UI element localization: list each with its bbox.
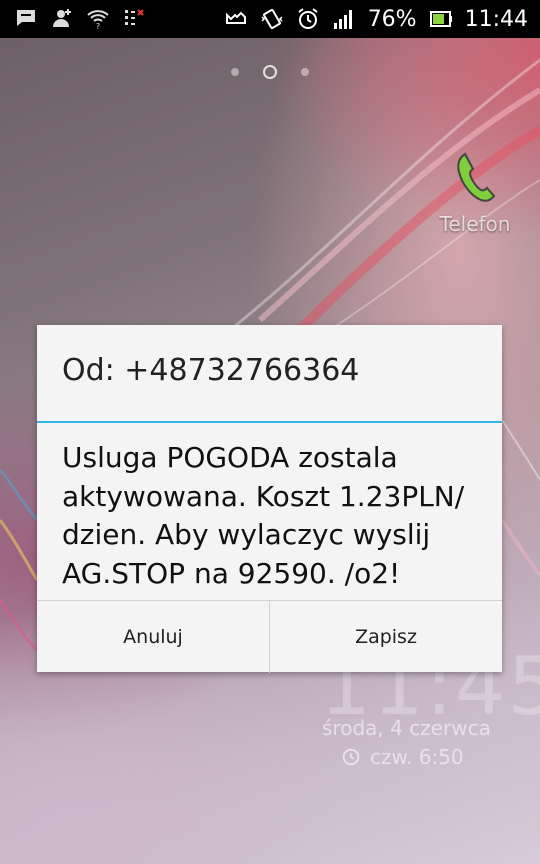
phone-shortcut[interactable]: Telefon	[430, 148, 520, 236]
lock-alarm-text: czw. 6:50	[370, 745, 464, 769]
dialog-message: Usluga POGODA zostala aktywowana. Koszt …	[62, 441, 465, 590]
page-dot	[231, 68, 239, 76]
sms-dialog: Od: +48732766364 Usluga POGODA zostala a…	[37, 325, 502, 673]
page-indicator	[0, 65, 540, 79]
lock-alarm: czw. 6:50	[340, 745, 464, 769]
page-dot	[301, 68, 309, 76]
usb-icon	[225, 11, 246, 24]
cancel-button[interactable]: Anuluj	[37, 601, 269, 673]
dialog-button-bar: Anuluj Zapisz	[37, 600, 502, 673]
alarm-clock-icon	[298, 8, 318, 29]
vibrate-icon	[261, 8, 283, 30]
battery-percent: 76%	[367, 6, 417, 32]
status-clock: 11:44	[464, 6, 528, 32]
wifi-question-icon: ?	[87, 10, 109, 30]
status-bar: ? 76% 11:44	[0, 0, 540, 38]
page-dot-active	[263, 65, 277, 79]
phone-handset-icon	[457, 152, 496, 202]
svg-text:?: ?	[96, 22, 100, 30]
dialog-title-divider	[37, 421, 502, 423]
battery-icon	[429, 11, 452, 27]
phone-shortcut-label: Telefon	[439, 212, 511, 236]
save-button[interactable]: Zapisz	[269, 601, 502, 673]
dialog-title: Od: +48732766364	[62, 353, 360, 388]
alarm-small-icon	[342, 748, 360, 766]
lock-date: środa, 4 czerwca	[322, 716, 491, 740]
message-icon	[17, 10, 35, 26]
add-contact-icon	[53, 9, 71, 27]
signal-icon	[333, 10, 352, 29]
data-transfer-icon	[125, 9, 144, 25]
